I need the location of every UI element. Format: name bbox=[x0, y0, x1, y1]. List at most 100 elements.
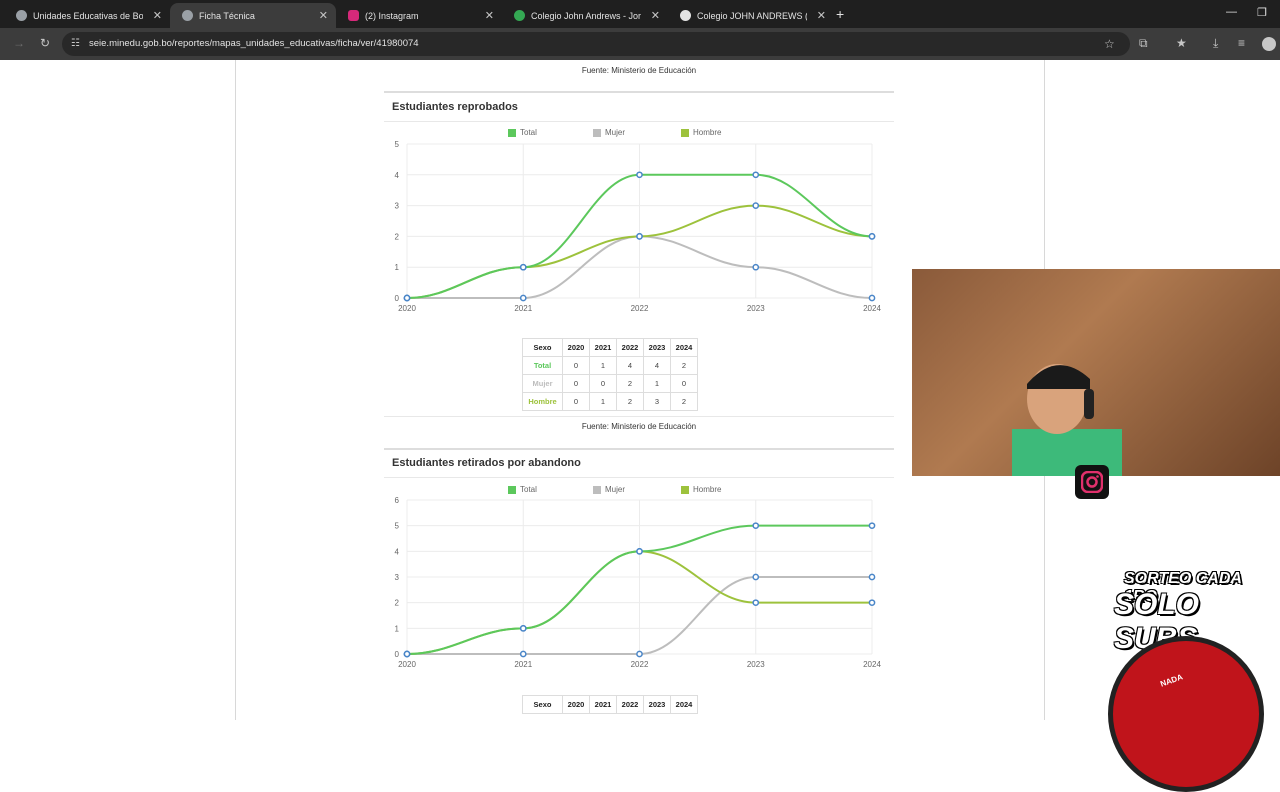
x-tick-label: 2020 bbox=[398, 660, 416, 669]
close-icon[interactable]: ✕ bbox=[319, 9, 328, 22]
table-header-cell: 2023 bbox=[643, 695, 671, 714]
close-icon[interactable]: ✕ bbox=[817, 9, 826, 22]
table-row: Total 0 1 4 4 2 bbox=[522, 356, 698, 375]
row-label: Total bbox=[522, 356, 563, 375]
y-tick-label: 3 bbox=[395, 202, 400, 211]
data-point bbox=[519, 624, 527, 632]
y-tick-label: 5 bbox=[395, 522, 400, 531]
tab-label: Unidades Educativas de Bolivia bbox=[33, 10, 143, 21]
table-header-cell: 2020 bbox=[562, 695, 590, 714]
download-icon[interactable]: ⤓ bbox=[1213, 36, 1218, 51]
table-cell: 2 bbox=[670, 356, 698, 375]
line-chart-abandono: 0 1 2 3 4 5 6 2020 2021 2022 2023 2024 bbox=[395, 496, 882, 669]
table-cell: 2 bbox=[616, 374, 644, 393]
tiktok-icon bbox=[680, 10, 691, 21]
data-point bbox=[636, 650, 643, 658]
browser-tab[interactable]: Colegio JOHN ANDREWS (@co ✕ bbox=[668, 3, 834, 28]
x-tick-label: 2024 bbox=[863, 304, 881, 313]
globe-icon bbox=[16, 10, 27, 21]
webcam-overlay bbox=[912, 269, 1280, 476]
maps-pin-icon bbox=[514, 10, 525, 21]
y-tick-label: 2 bbox=[395, 599, 400, 608]
table-cell: 4 bbox=[616, 356, 644, 375]
table-header-row: Sexo 2020 2021 2022 2023 2024 bbox=[522, 338, 698, 357]
row-label: Mujer bbox=[522, 374, 563, 393]
x-tick-label: 2024 bbox=[863, 660, 881, 669]
table-header-cell: 2022 bbox=[616, 695, 644, 714]
table-cell: 0 bbox=[670, 374, 698, 393]
x-tick-label: 2021 bbox=[514, 660, 532, 669]
table-cell: 2 bbox=[616, 392, 644, 411]
table-cell: 0 bbox=[562, 374, 590, 393]
instagram-icon bbox=[348, 10, 359, 21]
favorites-icon[interactable]: ★ bbox=[1176, 36, 1187, 50]
address-bar[interactable]: ☷ seie.minedu.gob.bo/reportes/mapas_unid… bbox=[62, 32, 1130, 56]
globe-icon bbox=[182, 10, 193, 21]
table-header-cell: 2021 bbox=[589, 338, 617, 357]
table-header-cell: 2024 bbox=[670, 695, 698, 714]
y-tick-label: 5 bbox=[395, 140, 400, 149]
extensions-icon[interactable]: ⧉ bbox=[1139, 36, 1148, 51]
prize-wheel bbox=[1108, 636, 1264, 792]
table-header-cell: 2021 bbox=[589, 695, 617, 714]
table-header-cell: 2023 bbox=[643, 338, 671, 357]
x-tick-label: 2022 bbox=[631, 304, 649, 313]
data-point bbox=[752, 599, 760, 607]
data-point bbox=[752, 522, 760, 530]
data-point bbox=[636, 171, 643, 179]
data-point bbox=[752, 202, 760, 209]
y-tick-label: 6 bbox=[395, 496, 400, 505]
source-label: Fuente: Ministerio de Educación bbox=[581, 66, 697, 75]
divider bbox=[384, 91, 894, 93]
y-tick-label: 2 bbox=[395, 232, 400, 241]
tab-label: Colegio JOHN ANDREWS (@co bbox=[697, 10, 807, 21]
close-icon[interactable]: ✕ bbox=[485, 9, 494, 22]
browser-tab[interactable]: Colegio John Andrews - Joroch ✕ bbox=[502, 3, 668, 28]
close-icon[interactable]: ✕ bbox=[651, 9, 660, 22]
table-cell: 0 bbox=[562, 392, 590, 411]
back-icon[interactable]: → bbox=[13, 36, 25, 50]
data-table-reprobados: Sexo 2020 2021 2022 2023 2024 Total 0 1 … bbox=[522, 338, 698, 411]
table-cell: 1 bbox=[589, 392, 617, 411]
y-tick-label: 1 bbox=[395, 263, 400, 272]
data-point bbox=[403, 650, 411, 658]
source-label: Fuente: Ministerio de Educación bbox=[581, 422, 697, 431]
divider bbox=[384, 477, 894, 478]
data-point bbox=[403, 294, 411, 302]
profile-avatar-icon[interactable] bbox=[1262, 37, 1276, 51]
tab-label: Ficha Técnica bbox=[199, 10, 255, 21]
table-header-cell: Sexo bbox=[522, 338, 563, 357]
menu-icon[interactable]: ≡ bbox=[1238, 36, 1245, 50]
bookmark-star-icon[interactable]: ☆ bbox=[1104, 37, 1115, 51]
y-tick-label: 3 bbox=[395, 573, 400, 582]
table-cell: 0 bbox=[562, 356, 590, 375]
x-tick-label: 2023 bbox=[747, 304, 765, 313]
data-point bbox=[868, 599, 876, 607]
table-cell: 4 bbox=[643, 356, 671, 375]
y-tick-label: 4 bbox=[395, 171, 400, 180]
reload-icon[interactable]: ↻ bbox=[40, 36, 50, 50]
browser-tab[interactable]: Unidades Educativas de Bolivia ✕ bbox=[4, 3, 170, 28]
restore-icon[interactable]: ❐ bbox=[1257, 6, 1267, 19]
new-tab-button[interactable]: + bbox=[836, 6, 844, 22]
browser-tab[interactable]: (2) Instagram ✕ bbox=[336, 3, 502, 28]
y-tick-label: 4 bbox=[395, 547, 400, 556]
table-header-cell: 2020 bbox=[562, 338, 590, 357]
data-point bbox=[752, 263, 760, 271]
divider bbox=[384, 121, 894, 122]
close-icon[interactable]: ✕ bbox=[153, 9, 162, 22]
table-header-cell: 2024 bbox=[670, 338, 698, 357]
data-point bbox=[868, 573, 876, 581]
streamer-video bbox=[1012, 364, 1122, 476]
table-header-row: Sexo 2020 2021 2022 2023 2024 bbox=[522, 695, 698, 714]
site-info-icon[interactable]: ☷ bbox=[71, 38, 80, 49]
y-tick-label: 0 bbox=[395, 294, 400, 303]
tab-label: Colegio John Andrews - Joroch bbox=[531, 10, 641, 21]
browser-toolbar: → ↻ ☷ seie.minedu.gob.bo/reportes/mapas_… bbox=[0, 28, 1280, 60]
divider bbox=[384, 448, 894, 450]
data-table-abandono: Sexo 2020 2021 2022 2023 2024 bbox=[522, 695, 698, 714]
browser-tab-active[interactable]: Ficha Técnica ✕ bbox=[170, 3, 336, 28]
minimize-icon[interactable]: — bbox=[1226, 6, 1237, 18]
x-tick-label: 2020 bbox=[398, 304, 416, 313]
section-title-reprobados: Estudiantes reprobados bbox=[392, 101, 518, 113]
